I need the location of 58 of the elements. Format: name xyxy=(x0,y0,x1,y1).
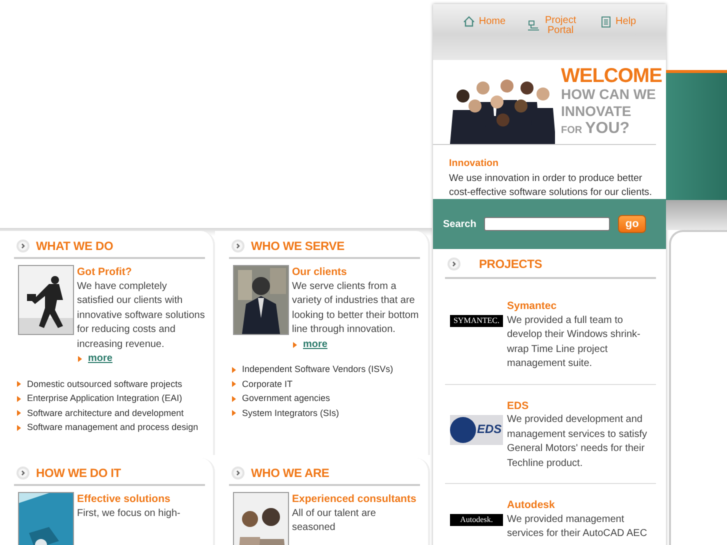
list-item: Corporate IT xyxy=(242,378,293,388)
logo-text: EDS xyxy=(477,422,502,437)
logo-text: SYMANTEC. xyxy=(453,314,500,327)
welcome-subtitle: INNOVATE xyxy=(561,103,632,120)
arrow-circle-icon xyxy=(16,466,30,480)
project-text: We provided a full team to develop their Windows shrink-wrap Time Line project management suite. xyxy=(507,314,642,371)
welcome-subtitle: FOR xyxy=(561,124,582,138)
search-label: Search xyxy=(443,218,476,230)
body-text: We serve clients from a variety of industries that are looking to better their bottom line through innovation. xyxy=(292,280,420,337)
list-item: Enterprise Application Integration (EAI) xyxy=(27,393,182,403)
item-heading: Experienced consultants xyxy=(292,492,418,506)
circle-icon xyxy=(450,416,476,442)
go-button[interactable]: go xyxy=(618,215,646,233)
arrow-circle-icon xyxy=(231,466,245,480)
project-name: Symantec xyxy=(507,299,558,314)
section-title: PROJECTS xyxy=(479,257,542,271)
item-heading: Effective solutions xyxy=(77,492,172,506)
nav-link[interactable]: Project Portal xyxy=(528,16,578,36)
more-link[interactable]: more xyxy=(88,352,112,366)
network-icon xyxy=(528,20,540,32)
section-title: HOW WE DO IT xyxy=(36,466,121,480)
list-item: Domestic outsourced software projects xyxy=(27,378,182,388)
document-icon xyxy=(600,16,612,28)
section-title: WHO WE SERVE xyxy=(251,239,344,253)
intro-text: We use innovation in order to produce better cost-effective software solutions for our clients. xyxy=(449,172,653,200)
welcome-title: WELCOME xyxy=(561,66,662,86)
project-name: EDS xyxy=(507,398,530,413)
section-title: WHAT WE DO xyxy=(36,239,114,253)
welcome-subtitle: HOW CAN WE xyxy=(561,86,657,103)
band-background xyxy=(666,200,727,230)
item-heading: Our clients xyxy=(292,265,348,280)
list-item: Software management and process design xyxy=(27,422,198,432)
bullet-arrow-icon xyxy=(77,355,83,364)
list-item: Independent Software Vendors (ISVs) xyxy=(242,364,394,374)
intro-heading: Innovation xyxy=(449,157,500,171)
item-heading: Got Profit? xyxy=(77,265,133,280)
project-text: We provided development and management services to satisfy General Motors' needs for their Techline product. xyxy=(507,413,648,470)
welcome-subtitle: YOU? xyxy=(585,120,630,137)
nav-link[interactable]: Help xyxy=(600,16,636,28)
body-text: We have completely satisfied our clients with innovative software solutions for reducing costs and increasing revenue. xyxy=(77,280,205,352)
nav-link[interactable]: Home xyxy=(462,16,506,28)
search-field[interactable] xyxy=(484,217,610,231)
accent-line xyxy=(666,70,727,73)
logo-text: Autodesk. xyxy=(460,514,493,526)
list-item: System Integrators (SIs) xyxy=(242,408,340,418)
list-item: Software architecture and development xyxy=(27,408,184,418)
body-text: First, we focus on high- xyxy=(77,506,182,520)
arrow-circle-icon xyxy=(447,257,461,271)
section-title: WHO WE ARE xyxy=(251,466,330,480)
arrow-circle-icon xyxy=(231,239,245,253)
home-icon xyxy=(462,16,475,28)
project-text: We provided management services for their AutoCAD AEC xyxy=(507,512,648,541)
more-link[interactable]: more xyxy=(303,338,328,352)
project-name: Autodesk xyxy=(507,498,556,512)
bullet-arrow-icon xyxy=(292,340,298,349)
arrow-circle-icon xyxy=(16,239,30,253)
list-item: Government agencies xyxy=(242,393,330,403)
body-text: All of our talent are seasoned xyxy=(292,506,377,535)
